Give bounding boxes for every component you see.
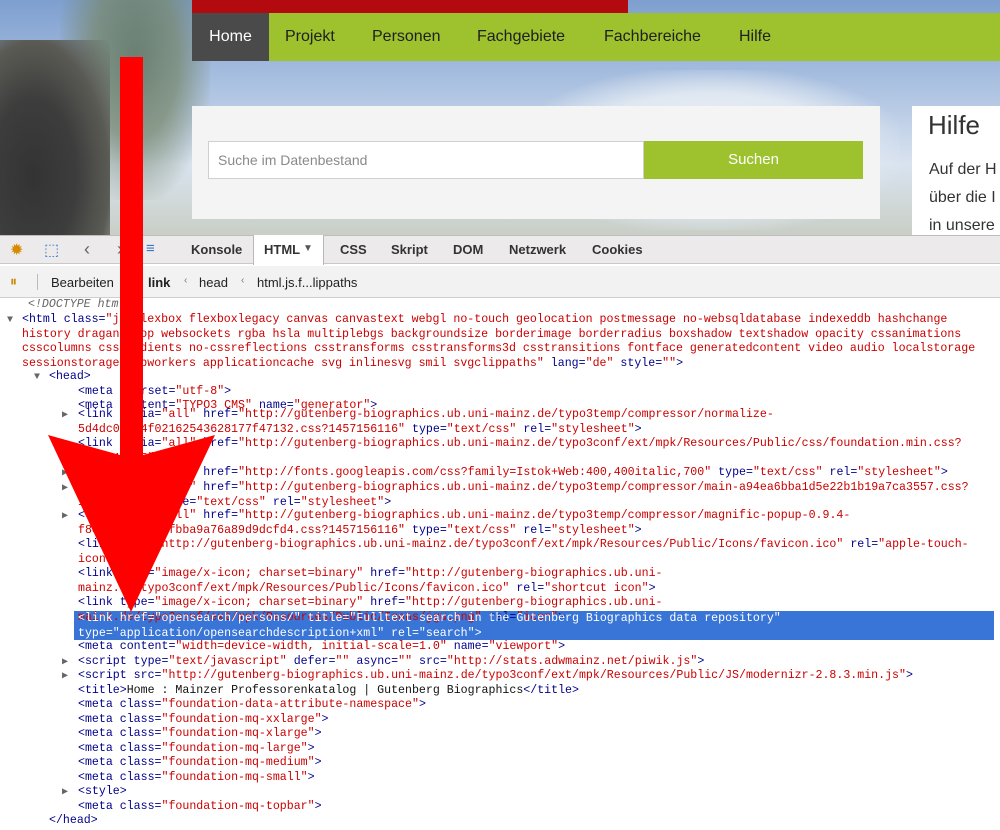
link-node[interactable]: <link media="all" href="http://gutenberg… [78, 509, 993, 538]
link-node[interactable]: <link type="image/x-icon; charset=binary… [78, 567, 993, 596]
expand-toggle-icon[interactable]: ▶ [62, 409, 68, 424]
link-node[interactable]: <link media="all" href="http://gutenberg… [78, 408, 993, 437]
expand-toggle-icon[interactable]: ▼ [34, 371, 40, 386]
selected-link-node[interactable]: <link href="opensearch/persons/" title="… [78, 612, 978, 641]
meta-node[interactable]: <meta class="foundation-mq-topbar"> [78, 800, 322, 815]
expand-toggle-icon[interactable]: ▶ [62, 482, 68, 497]
expand-toggle-icon[interactable]: ▶ [62, 510, 68, 525]
expand-toggle-icon[interactable]: ▶ [62, 656, 68, 671]
style-node[interactable]: <style> [78, 785, 127, 800]
meta-node[interactable]: <meta class="foundation-mq-xlarge"> [78, 727, 322, 742]
expand-toggle-icon[interactable]: ▶ [62, 786, 68, 801]
expand-toggle-icon[interactable]: ▶ [62, 438, 68, 453]
html-node[interactable]: <html class="js flexbox flexboxlegacy ca… [22, 313, 992, 371]
meta-node[interactable]: <meta class="foundation-mq-small"> [78, 771, 315, 786]
link-node[interactable]: <link media="all" href="http://gutenberg… [78, 481, 993, 510]
link-node[interactable]: <link media="all" href="http://gutenberg… [78, 437, 993, 466]
html-tree: <!DOCTYPE html> ▼ <html class="js flexbo… [0, 0, 1000, 830]
link-node[interactable]: <link href="http://gutenberg-biographics… [78, 538, 993, 567]
meta-node[interactable]: <meta class="foundation-mq-large"> [78, 742, 315, 757]
meta-node[interactable]: <meta class="foundation-data-attribute-n… [78, 698, 426, 713]
meta-node[interactable]: <meta class="foundation-mq-medium"> [78, 756, 322, 771]
link-node[interactable]: <link media="all" href="http://fonts.goo… [78, 466, 948, 481]
title-node[interactable]: <title>Home : Mainzer Professorenkatalog… [78, 684, 579, 699]
expand-toggle-icon[interactable]: ▼ [7, 314, 13, 329]
expand-toggle-icon[interactable]: ▶ [62, 670, 68, 685]
meta-node[interactable]: <meta charset="utf-8"> [78, 385, 231, 400]
script-node[interactable]: <script type="text/javascript" defer="" … [78, 655, 704, 670]
doctype-node: <!DOCTYPE html> [28, 298, 133, 311]
meta-node[interactable]: <meta content="width=device-width, initi… [78, 640, 565, 655]
head-node[interactable]: <head> [49, 370, 91, 385]
script-node[interactable]: <script src="http://gutenberg-biographic… [78, 669, 913, 684]
expand-toggle-icon[interactable]: ▶ [62, 467, 68, 482]
meta-node[interactable]: <meta class="foundation-mq-xxlarge"> [78, 713, 329, 728]
head-close-node: </head> [49, 814, 98, 827]
